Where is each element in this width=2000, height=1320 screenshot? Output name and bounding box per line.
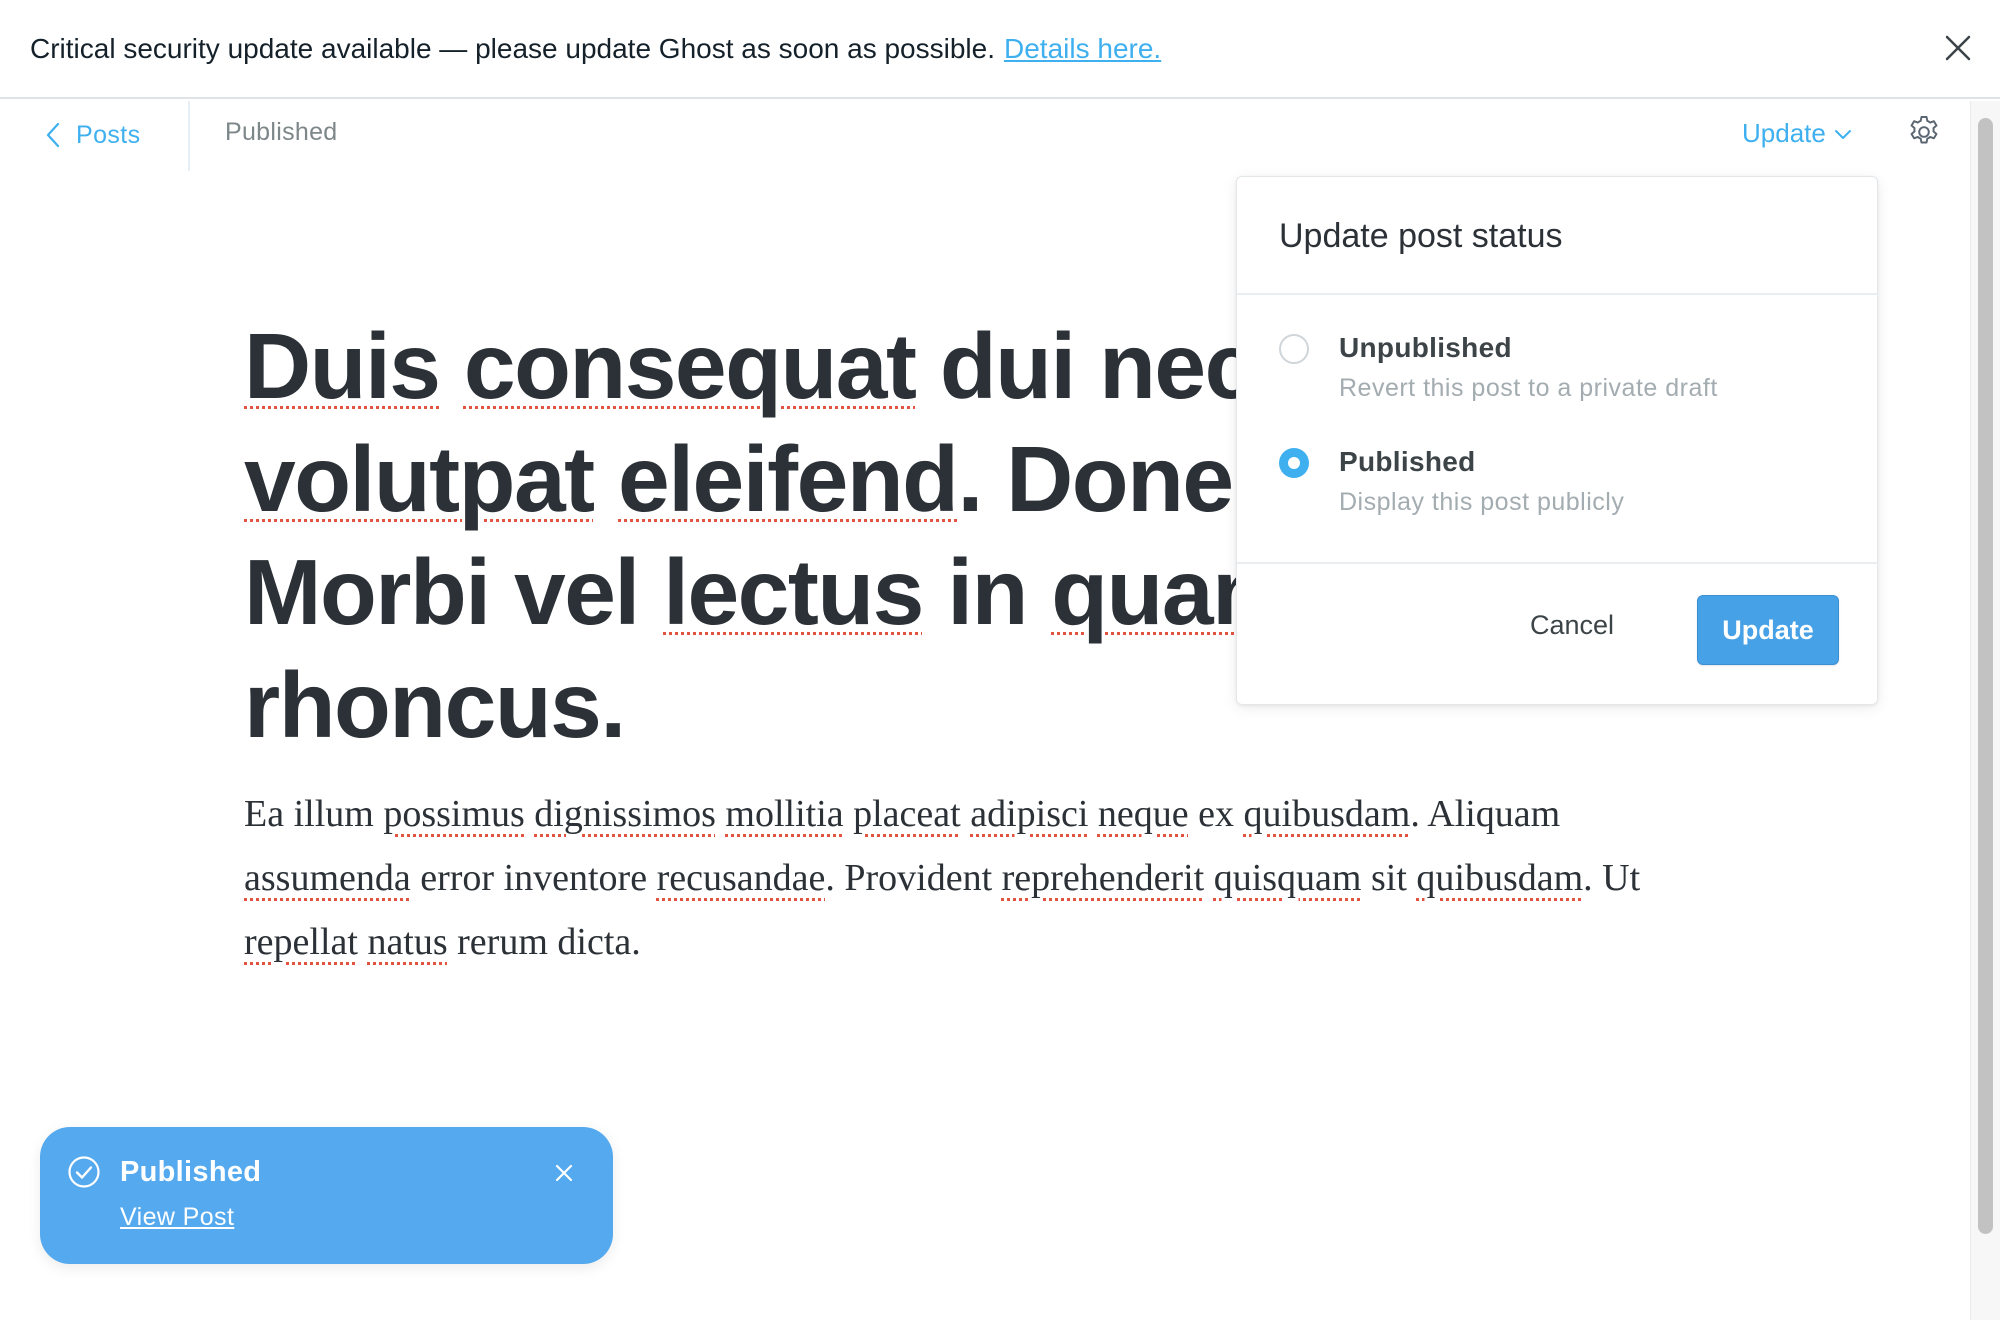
cancel-button[interactable]: Cancel <box>1530 610 1614 641</box>
spellcheck-flagged-word: quam <box>1051 540 1244 644</box>
header-divider <box>188 101 190 171</box>
spellcheck-flagged-word: placeat <box>853 793 961 835</box>
spellcheck-flagged-word: assumenda <box>244 857 411 899</box>
banner-details-link[interactable]: Details here. <box>1004 33 1161 65</box>
spellcheck-flagged-word: quisquam <box>1213 857 1362 899</box>
update-status-popover: Update post status Unpublished Revert th… <box>1236 176 1879 705</box>
option-description: Revert this post to a private draft <box>1339 374 1718 402</box>
spellcheck-flagged-word: quibusdam <box>1416 857 1584 899</box>
post-title-line: volutpat eleifend. Donec <box>244 427 1244 531</box>
toast-title: Published <box>120 1156 262 1188</box>
back-link-label: Posts <box>76 120 141 149</box>
option-published[interactable]: Published Display this post publicly <box>1279 446 1839 538</box>
spellcheck-flagged-word: reprehenderit <box>1001 857 1205 899</box>
spellcheck-flagged-word: possimus <box>383 793 525 835</box>
spellcheck-flagged-word: natus <box>367 921 448 963</box>
spellcheck-flagged-word: mollitia <box>725 793 844 835</box>
close-icon <box>555 1164 573 1182</box>
popover-divider <box>1237 562 1879 564</box>
spellcheck-flagged-word: Duis <box>244 314 441 418</box>
toast-close-button[interactable] <box>552 1161 576 1185</box>
spellcheck-flagged-word: consequat <box>463 314 917 418</box>
spellcheck-flagged-word: eleifend <box>618 427 959 531</box>
option-description: Display this post publicly <box>1339 488 1625 516</box>
post-status-label: Published <box>225 118 338 146</box>
post-title-line: rhoncus. <box>244 653 626 757</box>
close-icon <box>1945 35 1971 61</box>
back-to-posts-link[interactable]: Posts <box>46 115 141 155</box>
spellcheck-flagged-word: lectus <box>663 540 924 644</box>
spellcheck-flagged-word: neque <box>1097 793 1189 835</box>
option-label: Unpublished <box>1339 332 1512 363</box>
chevron-left-icon <box>46 122 60 148</box>
update-trigger-label: Update <box>1742 118 1826 148</box>
popover-divider <box>1237 293 1879 295</box>
chevron-down-icon <box>1834 129 1851 139</box>
spellcheck-flagged-word: adipisci <box>970 793 1089 835</box>
editor-header: Posts Published Update <box>0 101 1968 171</box>
view-post-link[interactable]: View Post <box>120 1203 234 1232</box>
spellcheck-flagged-word: quibusdam <box>1243 793 1411 835</box>
banner-close-button[interactable] <box>1938 28 1978 68</box>
radio-published[interactable] <box>1279 448 1309 478</box>
spellcheck-flagged-word: repellat <box>244 921 358 963</box>
update-button[interactable]: Update <box>1697 595 1839 665</box>
scrollbar-thumb[interactable] <box>1978 118 1993 1234</box>
radio-unpublished[interactable] <box>1279 334 1309 364</box>
spellcheck-flagged-word: volutpat <box>244 427 595 531</box>
post-body[interactable]: Ea illum possimus dignissimos mollitia p… <box>244 782 1664 974</box>
banner-message: Critical security update available — ple… <box>30 32 995 64</box>
update-dropdown-trigger[interactable]: Update <box>1742 118 1852 149</box>
post-settings-button[interactable] <box>1906 114 1942 150</box>
popover-title: Update post status <box>1279 217 1563 255</box>
option-unpublished[interactable]: Unpublished Revert this post to a privat… <box>1279 332 1839 424</box>
spellcheck-flagged-word: dignissimos <box>534 793 716 835</box>
post-title-line: Morbi vel lectus in quam <box>244 536 1244 649</box>
security-alert-banner: Critical security update available — ple… <box>0 0 2000 99</box>
gear-icon <box>1910 116 1938 144</box>
post-title[interactable]: Duis consequat dui nec volutpat eleifend… <box>244 310 1244 762</box>
post-title-line: Duis consequat dui nec <box>244 314 1244 418</box>
check-circle-icon <box>68 1156 100 1188</box>
spellcheck-flagged-word: recusandae <box>656 857 826 899</box>
published-toast: Published View Post <box>40 1127 613 1264</box>
option-label: Published <box>1339 446 1476 477</box>
